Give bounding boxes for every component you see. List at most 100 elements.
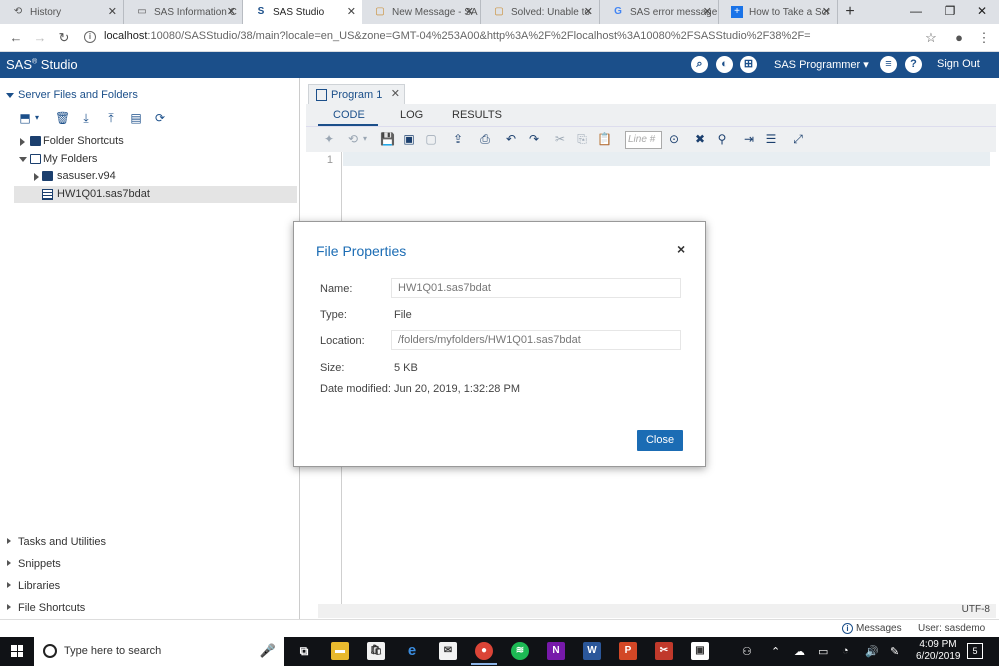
microphone-icon[interactable]: 🎤 [260, 643, 276, 659]
sign-out-link[interactable]: Sign Out [937, 58, 980, 70]
tree-item-sasuser[interactable]: sasuser.v94 [14, 168, 297, 185]
paste-icon[interactable]: 📋 [597, 132, 612, 146]
browser-tab-solved[interactable]: ▢ Solved: Unable to ✕ [481, 0, 600, 24]
section-tasks-utilities[interactable]: Tasks and Utilities [0, 532, 300, 552]
profile-icon[interactable]: ● [951, 30, 967, 46]
role-menu[interactable]: SAS Programmer ▾ [774, 58, 869, 71]
minimize-icon[interactable]: — [898, 0, 934, 24]
onedrive-icon[interactable]: ☁ [794, 645, 805, 658]
volume-icon[interactable]: 🔊 [865, 645, 879, 658]
save-copy-icon[interactable]: ▢ [424, 132, 438, 146]
browser-tab-sas-info[interactable]: ▭ SAS Information C ✕ [124, 0, 243, 24]
refresh-icon[interactable]: ⟳ [153, 110, 167, 126]
go-to-line-icon[interactable]: ⊙ [667, 132, 681, 146]
close-tab-icon[interactable]: ✕ [227, 5, 236, 18]
line-number-input[interactable]: Line # [625, 131, 662, 149]
chevron-down-icon[interactable]: ▾ [358, 132, 372, 146]
new-tab-button[interactable]: + [838, 0, 862, 24]
task-view-icon[interactable]: ⧉ [295, 642, 313, 660]
word-icon[interactable]: W [583, 642, 601, 660]
tray-chevron-icon[interactable]: ⌃ [771, 645, 780, 658]
close-tab-icon[interactable]: ✕ [347, 5, 356, 18]
run-icon[interactable]: ✦ [322, 132, 336, 146]
cut-icon[interactable]: ✂ [553, 132, 567, 146]
indent-icon[interactable]: ⇥ [742, 132, 756, 146]
close-tab-icon[interactable]: ✕ [584, 5, 593, 18]
onenote-icon[interactable]: N [547, 642, 565, 660]
upload-icon[interactable]: ⤒ [104, 110, 118, 126]
browser-tab-sas-error[interactable]: G SAS error message ✕ [600, 0, 719, 24]
system-clock[interactable]: 4:09 PM 6/20/2019 [916, 639, 961, 663]
notification-center-icon[interactable]: 5 [967, 643, 983, 659]
start-button[interactable] [0, 637, 34, 666]
copy-icon[interactable]: ⎘ [575, 132, 589, 146]
chrome-icon[interactable]: ● [471, 642, 497, 665]
browser-tab-history[interactable]: ⟲ History ✕ [0, 0, 124, 24]
save-as-icon[interactable]: ▣ [402, 132, 416, 146]
name-field[interactable]: HW1Q01.sas7bdat [391, 278, 681, 298]
close-tab-icon[interactable]: ✕ [822, 5, 831, 18]
download-icon[interactable]: ⤓ [79, 110, 93, 126]
browser-tab-screenshot[interactable]: + How to Take a Scr ✕ [719, 0, 838, 24]
virtualbox-icon[interactable]: ▣ [691, 642, 709, 660]
forward-icon[interactable]: → [32, 30, 48, 46]
redo-icon[interactable]: ↷ [527, 132, 541, 146]
close-tab-icon[interactable]: ✕ [108, 5, 117, 18]
tab-results[interactable]: RESULTS [452, 109, 502, 121]
pen-icon[interactable]: ✎ [890, 645, 899, 658]
back-icon[interactable]: ← [8, 30, 24, 46]
clear-icon[interactable]: ✖ [693, 132, 707, 146]
help-icon[interactable]: ? [905, 56, 922, 73]
close-window-icon[interactable]: ✕ [964, 0, 999, 24]
expand-icon[interactable] [20, 138, 25, 146]
menu-list-icon[interactable]: ≡ [880, 56, 897, 73]
restore-icon[interactable]: ❐ [932, 0, 968, 24]
close-icon[interactable]: × [677, 241, 685, 257]
file-explorer-icon[interactable]: ▬ [331, 642, 349, 660]
server-files-header[interactable]: Server Files and Folders [6, 89, 138, 101]
undo-icon[interactable]: ↶ [504, 132, 518, 146]
close-tab-icon[interactable]: ✕ [703, 5, 712, 18]
store-icon[interactable]: 🛍 [367, 642, 385, 660]
tree-item-hw1q01[interactable]: HW1Q01.sas7bdat [14, 186, 297, 203]
messages-link[interactable]: Messages [856, 623, 902, 634]
tab-code[interactable]: CODE [333, 109, 365, 121]
menu-kebab-icon[interactable]: ⋮ [976, 30, 992, 46]
collapse-icon[interactable] [19, 157, 27, 162]
mail-icon[interactable]: ✉ [439, 642, 457, 660]
delete-icon[interactable]: 🗑 [55, 110, 70, 126]
reload-icon[interactable]: ↻ [56, 30, 72, 46]
maximize-icon[interactable]: ⤢ [791, 132, 805, 146]
close-button[interactable]: Close [637, 430, 683, 451]
find-replace-icon[interactable]: ⚲ [715, 132, 729, 146]
section-file-shortcuts[interactable]: File Shortcuts [0, 598, 300, 618]
spotify-icon[interactable]: ≋ [511, 642, 529, 660]
browser-tab-new-message[interactable]: ▢ New Message - SA ✕ [362, 0, 481, 24]
tab-program-1[interactable]: Program 1 ✕ [308, 84, 405, 104]
format-code-icon[interactable]: ☰ [764, 132, 778, 146]
powerpoint-icon[interactable]: P [619, 642, 637, 660]
wifi-icon[interactable]: ◔ [842, 645, 849, 657]
search-icon[interactable]: ⌕ [691, 56, 708, 73]
tree-item-my-folders[interactable]: My Folders [14, 151, 297, 168]
people-icon[interactable]: ⚇ [742, 645, 752, 658]
site-info-icon[interactable]: i [84, 31, 96, 43]
expand-icon[interactable] [34, 173, 39, 181]
tab-log[interactable]: LOG [400, 109, 423, 121]
close-tab-icon[interactable]: ✕ [391, 87, 400, 100]
location-field[interactable]: /folders/myfolders/HW1Q01.sas7bdat [391, 330, 681, 350]
section-snippets[interactable]: Snippets [0, 554, 300, 574]
browser-tab-sas-studio[interactable]: S SAS Studio ✕ [243, 0, 362, 24]
export-icon[interactable]: ⇪ [451, 132, 465, 146]
save-icon[interactable]: 💾 [380, 132, 395, 146]
section-libraries[interactable]: Libraries [0, 576, 300, 596]
url-field[interactable]: localhost:10080/SASStudio/38/main?locale… [104, 30, 811, 42]
code-editor[interactable] [343, 152, 990, 166]
bookmark-star-icon[interactable]: ☆ [923, 30, 939, 46]
usb-icon[interactable]: ▭ [818, 645, 828, 658]
apps-grid-icon[interactable]: ⊞ [740, 56, 757, 73]
properties-icon[interactable]: ▤ [129, 110, 143, 126]
chevron-down-icon[interactable]: ▾ [30, 110, 44, 126]
edge-icon[interactable]: e [403, 642, 421, 660]
close-tab-icon[interactable]: ✕ [465, 5, 474, 18]
